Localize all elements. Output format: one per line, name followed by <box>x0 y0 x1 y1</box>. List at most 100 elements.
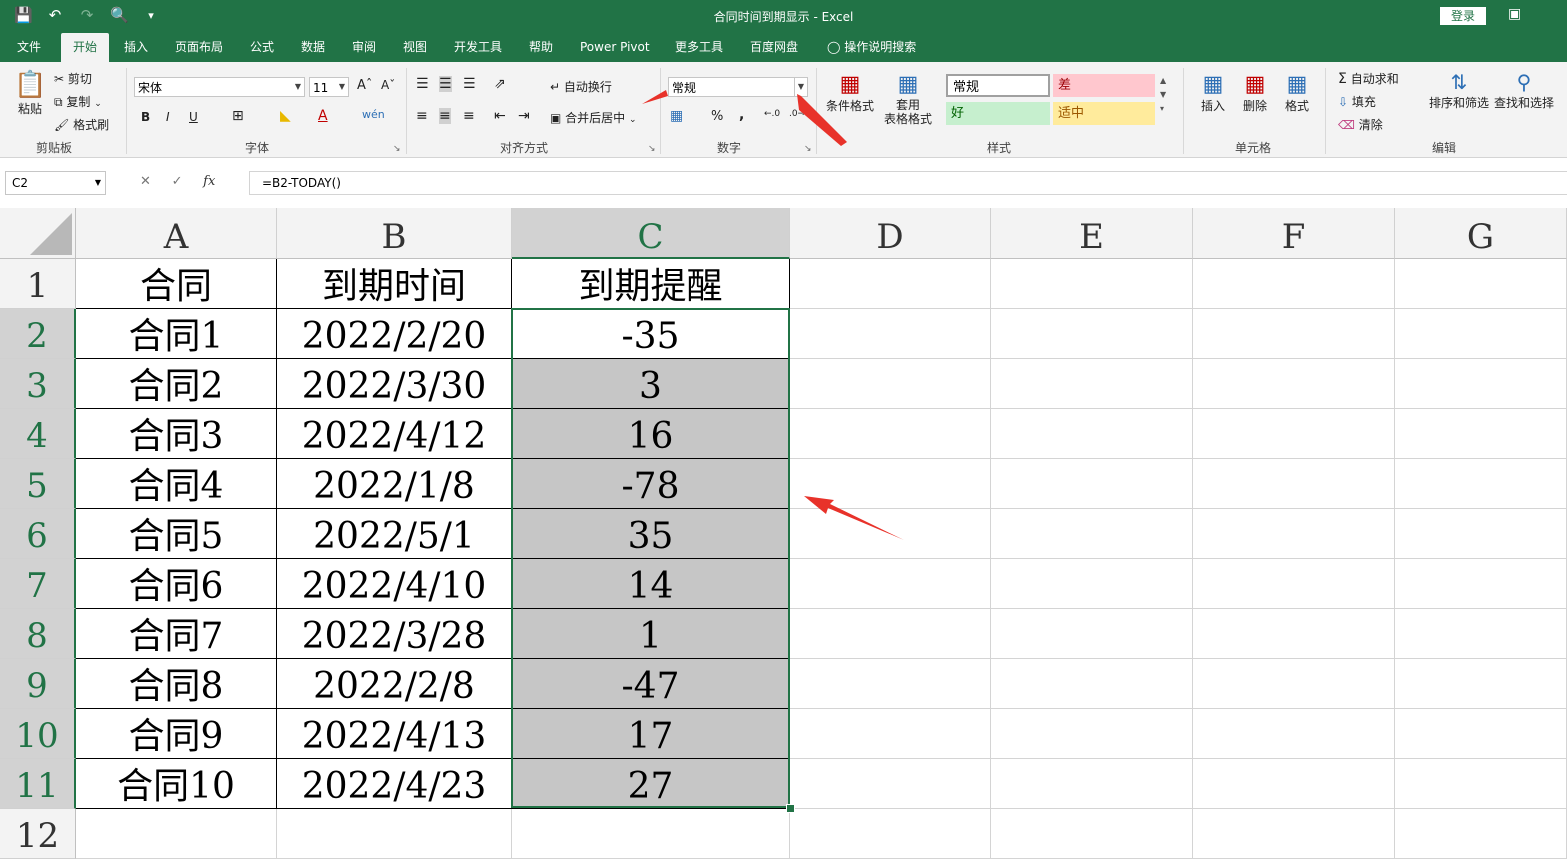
cell-b10[interactable]: 2022/4/13 <box>277 709 512 759</box>
column-header-d[interactable]: D <box>790 208 991 259</box>
styles-scroll-icon[interactable]: ▲ ▼ ▾ <box>1160 74 1166 116</box>
cell-c7[interactable]: 14 <box>512 559 790 609</box>
increase-font-icon[interactable]: Aˆ <box>357 78 372 93</box>
chevron-down-icon[interactable]: ▼ <box>95 172 101 194</box>
tab-view[interactable]: 视图 <box>403 33 427 62</box>
cell-f4[interactable] <box>1193 409 1395 459</box>
cell-g11[interactable] <box>1395 759 1567 809</box>
font-name-combo[interactable]: 宋体 ▼ <box>134 77 305 97</box>
cell-d9[interactable] <box>790 659 991 709</box>
style-bad[interactable]: 差 <box>1053 74 1155 97</box>
cell-b8[interactable]: 2022/3/28 <box>277 609 512 659</box>
tab-file[interactable]: 文件 <box>17 33 41 62</box>
align-top-icon[interactable]: ☰ <box>416 76 429 92</box>
underline-button[interactable]: U <box>189 110 198 124</box>
cell-d6[interactable] <box>790 509 991 559</box>
select-all-corner[interactable] <box>0 208 76 259</box>
cell-f7[interactable] <box>1193 559 1395 609</box>
decrease-font-icon[interactable]: Aˇ <box>381 78 395 92</box>
insert-function-icon[interactable]: fx <box>203 174 215 189</box>
row-header-8[interactable]: 8 <box>0 609 76 659</box>
cell-c12[interactable] <box>512 809 790 859</box>
cell-a4[interactable]: 合同3 <box>76 409 277 459</box>
row-header-1[interactable]: 1 <box>0 259 76 309</box>
cell-g10[interactable] <box>1395 709 1567 759</box>
tab-formulas[interactable]: 公式 <box>250 33 274 62</box>
row-header-5[interactable]: 5 <box>0 459 76 509</box>
cell-f10[interactable] <box>1193 709 1395 759</box>
cell-b6[interactable]: 2022/5/1 <box>277 509 512 559</box>
merge-center-button[interactable]: ▣ 合并后居中 ⌄ <box>550 109 637 126</box>
align-center-icon[interactable]: ≡ <box>439 108 451 124</box>
tab-more-tools[interactable]: 更多工具 <box>675 33 723 62</box>
cell-f3[interactable] <box>1193 359 1395 409</box>
cell-b9[interactable]: 2022/2/8 <box>277 659 512 709</box>
cell-a9[interactable]: 合同8 <box>76 659 277 709</box>
alignment-dialog-launcher-icon[interactable]: ↘ <box>648 144 656 154</box>
cell-c10[interactable]: 17 <box>512 709 790 759</box>
cell-d10[interactable] <box>790 709 991 759</box>
cell-a3[interactable]: 合同2 <box>76 359 277 409</box>
cell-c2[interactable]: -35 <box>512 309 790 359</box>
column-header-b[interactable]: B <box>277 208 512 259</box>
name-box[interactable]: C2 ▼ <box>5 171 106 195</box>
clear-button[interactable]: ⌫ 清除 <box>1338 116 1383 133</box>
row-header-4[interactable]: 4 <box>0 409 76 459</box>
align-middle-icon[interactable]: ☰ <box>439 76 452 92</box>
cell-a10[interactable]: 合同9 <box>76 709 277 759</box>
cell-d2[interactable] <box>790 309 991 359</box>
cell-a5[interactable]: 合同4 <box>76 459 277 509</box>
cancel-icon[interactable]: ✕ <box>140 174 151 189</box>
cell-f2[interactable] <box>1193 309 1395 359</box>
row-header-12[interactable]: 12 <box>0 809 76 859</box>
cell-e5[interactable] <box>991 459 1193 509</box>
style-neutral[interactable]: 适中 <box>1053 102 1155 125</box>
cut-button[interactable]: ✂ 剪切 <box>54 70 92 87</box>
bold-button[interactable]: B <box>141 110 150 124</box>
login-button[interactable]: 登录 <box>1440 7 1486 25</box>
cell-b4[interactable]: 2022/4/12 <box>277 409 512 459</box>
delete-cells-button[interactable]: ▦ 删除 <box>1240 72 1270 114</box>
cell-f8[interactable] <box>1193 609 1395 659</box>
sort-filter-button[interactable]: ⇅ 排序和筛选 <box>1429 70 1489 111</box>
tab-home[interactable]: 开始 <box>61 33 110 62</box>
cell-a12[interactable] <box>76 809 277 859</box>
cell-d3[interactable] <box>790 359 991 409</box>
tab-insert[interactable]: 插入 <box>124 33 148 62</box>
cell-a11[interactable]: 合同10 <box>76 759 277 809</box>
cell-g8[interactable] <box>1395 609 1567 659</box>
format-cells-button[interactable]: ▦ 格式 <box>1282 72 1312 114</box>
comma-button[interactable]: , <box>739 107 744 123</box>
cell-e8[interactable] <box>991 609 1193 659</box>
autosum-button[interactable]: Σ 自动求和 <box>1338 70 1399 87</box>
cell-e11[interactable] <box>991 759 1193 809</box>
column-header-c[interactable]: C <box>512 208 790 259</box>
percent-button[interactable]: % <box>711 109 723 124</box>
currency-icon[interactable]: ▦ <box>670 108 683 124</box>
tab-page-layout[interactable]: 页面布局 <box>175 33 223 62</box>
cell-e7[interactable] <box>991 559 1193 609</box>
cell-a8[interactable]: 合同7 <box>76 609 277 659</box>
cell-d4[interactable] <box>790 409 991 459</box>
row-header-10[interactable]: 10 <box>0 709 76 759</box>
format-painter-button[interactable]: 🖌 格式刷 <box>54 116 109 133</box>
insert-cells-button[interactable]: ▦ 插入 <box>1198 72 1228 114</box>
tab-review[interactable]: 审阅 <box>352 33 376 62</box>
cell-f12[interactable] <box>1193 809 1395 859</box>
tab-data[interactable]: 数据 <box>301 33 325 62</box>
chevron-down-icon[interactable]: ▼ <box>794 78 807 96</box>
cell-e12[interactable] <box>991 809 1193 859</box>
formula-input[interactable]: =B2-TODAY() <box>249 171 1567 195</box>
cell-e4[interactable] <box>991 409 1193 459</box>
enter-icon[interactable]: ✓ <box>172 174 183 189</box>
cell-e3[interactable] <box>991 359 1193 409</box>
tab-baidu-netdisk[interactable]: 百度网盘 <box>750 33 798 62</box>
cell-g1[interactable] <box>1395 259 1567 309</box>
cell-a7[interactable]: 合同6 <box>76 559 277 609</box>
column-header-e[interactable]: E <box>991 208 1193 259</box>
cell-g7[interactable] <box>1395 559 1567 609</box>
find-select-button[interactable]: ⚲ 查找和选择 <box>1494 70 1554 111</box>
column-header-a[interactable]: A <box>76 208 277 259</box>
ribbon-display-icon[interactable]: ▣ <box>1508 6 1521 22</box>
align-bottom-icon[interactable]: ☰ <box>463 76 476 92</box>
